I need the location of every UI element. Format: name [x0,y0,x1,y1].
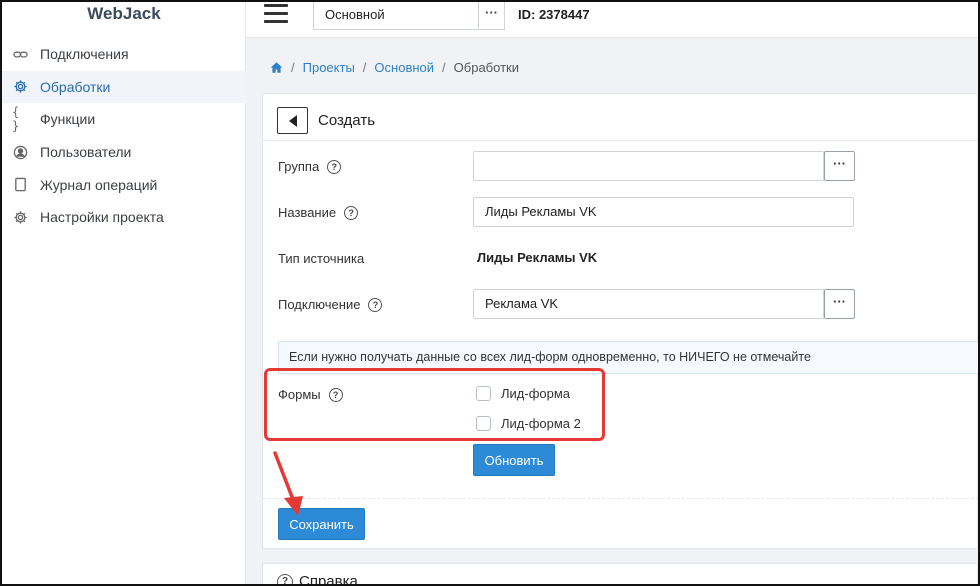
help-card: ? Справка [262,563,978,586]
help-icon[interactable]: ? [327,159,342,174]
back-arrow-icon [288,114,297,127]
name-label: Название [278,205,337,220]
home-icon[interactable] [270,61,283,74]
help-icon[interactable]: ? [277,573,293,586]
sidebar-item-label: Обработки [40,78,111,95]
breadcrumb: / Проекты / Основной / Обработки [270,58,519,76]
card-title: Создать [318,112,376,129]
sidebar-item-label: Настройки проекта [40,209,164,226]
sidebar-item-label: Пользователи [40,144,132,161]
group-label: Группа [278,159,320,174]
group-select-button[interactable]: ··· [824,151,855,181]
sidebar-item-project-settings[interactable]: Настройки проекта [2,201,246,234]
sidebar-item-journal[interactable]: Журнал операций [2,168,246,201]
breadcrumb-projects[interactable]: Проекты [303,60,355,75]
card-top-edge [262,93,978,101]
connection-select-button[interactable]: ··· [824,289,855,319]
breadcrumb-separator: / [291,59,295,75]
gear-icon [12,79,28,95]
breadcrumb-main[interactable]: Основной [374,60,434,75]
name-label-row: Название ? [278,205,359,220]
help-card-title-row: ? Справка [277,573,358,586]
highlight-box [264,368,605,441]
help-icon[interactable]: ? [344,205,359,220]
source-type-value: Лиды Рекламы VK [477,250,598,265]
connection-label: Подключение [278,297,361,312]
topbar: Основной ··· ID: 2378447 [246,0,978,38]
sidebar-item-processing[interactable]: Обработки [2,70,246,104]
card-header: Создать [263,101,979,141]
braces-icon: { } [12,105,20,134]
sidebar-item-users[interactable]: Пользователи [2,136,246,169]
sidebar-item-label: Подключения [40,46,129,63]
connection-input[interactable]: Реклама VK [473,289,824,319]
sidebar-item-label: Функции [40,111,96,128]
create-form-card: Создать Группа ? ··· Название ? Лиды Рек… [262,101,979,549]
name-input[interactable]: Лиды Рекламы VK [473,197,854,227]
breadcrumb-separator: / [442,59,446,75]
save-button[interactable]: Сохранить [278,508,365,540]
divider [263,498,979,499]
group-input[interactable] [473,151,824,181]
connection-label-row: Подключение ? [278,297,383,312]
project-id: ID: 2378447 [518,7,590,22]
sidebar-item-label: Журнал операций [40,176,158,193]
breadcrumb-separator: / [362,59,367,75]
sidebar-nav: Подключения Обработки { } Функции Пользо… [2,38,246,234]
app-logo: WebJack [87,4,161,23]
sidebar-item-functions[interactable]: { } Функции [2,103,246,136]
group-label-row: Группа ? [278,159,342,174]
sidebar-item-connections[interactable]: Подключения [2,38,246,71]
menu-icon[interactable] [264,4,288,26]
journal-icon [12,177,28,193]
breadcrumb-current: Обработки [453,59,519,75]
back-button[interactable] [277,107,308,134]
help-icon[interactable]: ? [368,297,383,312]
user-icon [12,144,28,160]
sidebar: WebJack Подключения Обработки { } Функци… [2,0,246,586]
refresh-button[interactable]: Обновить [473,444,555,476]
source-type-label: Тип источника [278,251,365,266]
link-icon [12,46,28,62]
project-more-button[interactable]: ··· [479,0,505,30]
source-type-label-row: Тип источника [278,251,364,266]
help-card-title: Справка [299,573,358,586]
project-select[interactable]: Основной [313,0,479,30]
settings-icon [12,209,28,225]
